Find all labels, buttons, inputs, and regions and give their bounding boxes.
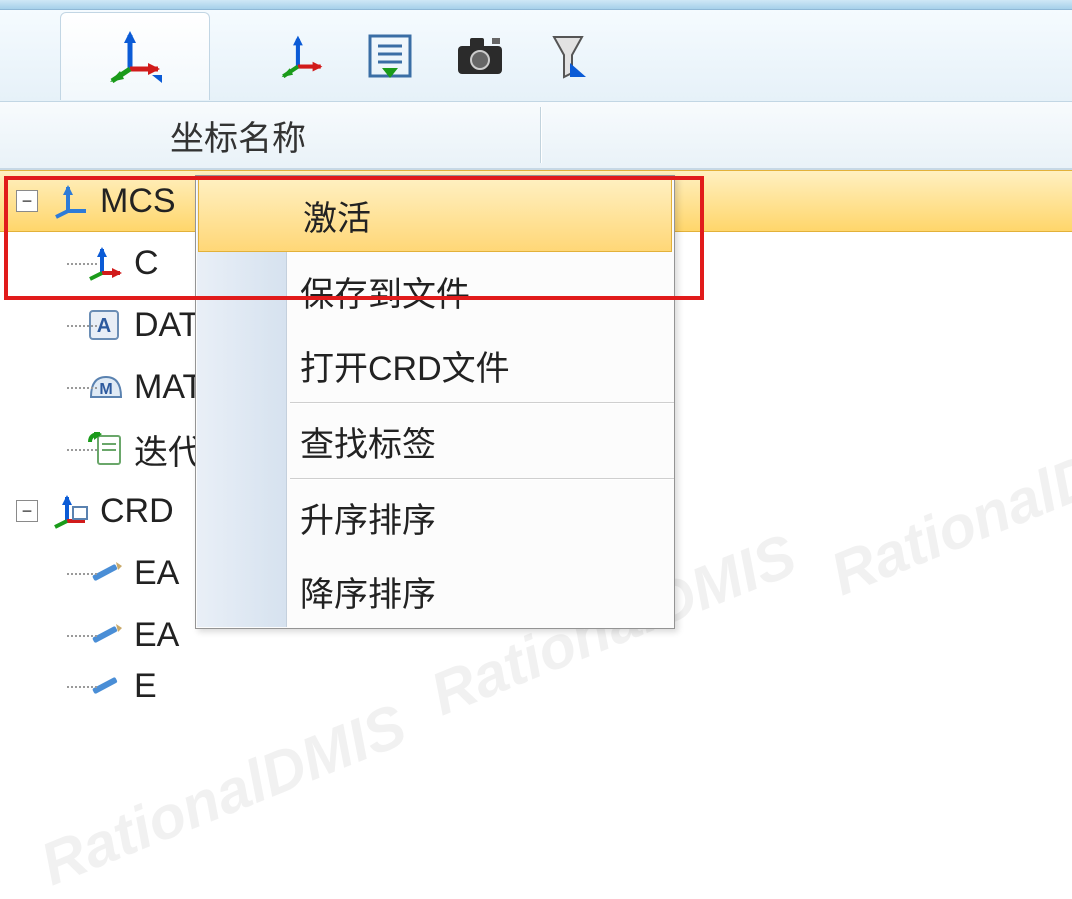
tree-node-label: EA (134, 554, 179, 593)
menu-item-find-tag[interactable]: 查找标签 (196, 404, 674, 478)
toolbar (0, 10, 1072, 102)
coordinate-axis-icon (108, 29, 162, 83)
menu-item-label: 保存到文件 (300, 267, 470, 316)
menu-item-sort-desc[interactable]: 降序排序 (196, 554, 674, 628)
menu-item-activate[interactable]: 激活 (198, 178, 672, 252)
tree-row[interactable]: E (0, 666, 1072, 706)
axis-blue-icon (50, 183, 94, 219)
svg-text:M: M (99, 381, 112, 398)
column-separator (540, 107, 542, 163)
toolbar-active-tab[interactable] (60, 12, 210, 100)
svg-text:A: A (97, 315, 111, 337)
filter-funnel-icon[interactable] (548, 33, 588, 79)
tree-panel: RationalDMIS RationalDMIS RationalDMIS −… (0, 170, 1072, 718)
tree-node-label: 迭代 (134, 425, 202, 474)
menu-item-open-crd[interactable]: 打开CRD文件 (196, 328, 674, 402)
expander-minus-icon[interactable]: − (16, 500, 38, 522)
list-arrow-icon[interactable] (368, 34, 412, 78)
column-header-name[interactable]: 坐标名称 (0, 111, 540, 160)
menu-item-label: 升序排序 (300, 493, 436, 542)
panel-header: 坐标名称 (0, 102, 1072, 170)
context-menu: 激活 保存到文件 打开CRD文件 查找标签 升序排序 降序排序 (195, 175, 675, 629)
menu-item-label: 查找标签 (300, 417, 436, 466)
tree-node-label: C (134, 244, 159, 283)
camera-icon[interactable] (456, 36, 504, 76)
tree-node-label: EA (134, 616, 179, 655)
tree-node-label: MAT (134, 368, 203, 407)
watermark-text: RationalDMIS (31, 690, 415, 899)
coordinate-box-icon (50, 493, 94, 529)
tree-node-label: E (134, 667, 157, 706)
title-bar (0, 0, 1072, 10)
coordinate-axis-icon[interactable] (280, 34, 324, 78)
tree-node-label: CRD (100, 492, 174, 531)
expander-minus-icon[interactable]: − (16, 190, 38, 212)
menu-item-label: 降序排序 (300, 567, 436, 616)
tree-node-label: DAT (134, 306, 199, 345)
menu-item-sort-asc[interactable]: 升序排序 (196, 480, 674, 554)
menu-item-label: 打开CRD文件 (300, 341, 510, 390)
tree-node-label: MCS (100, 182, 176, 221)
menu-item-save-file[interactable]: 保存到文件 (196, 254, 674, 328)
menu-item-label: 激活 (303, 191, 371, 240)
